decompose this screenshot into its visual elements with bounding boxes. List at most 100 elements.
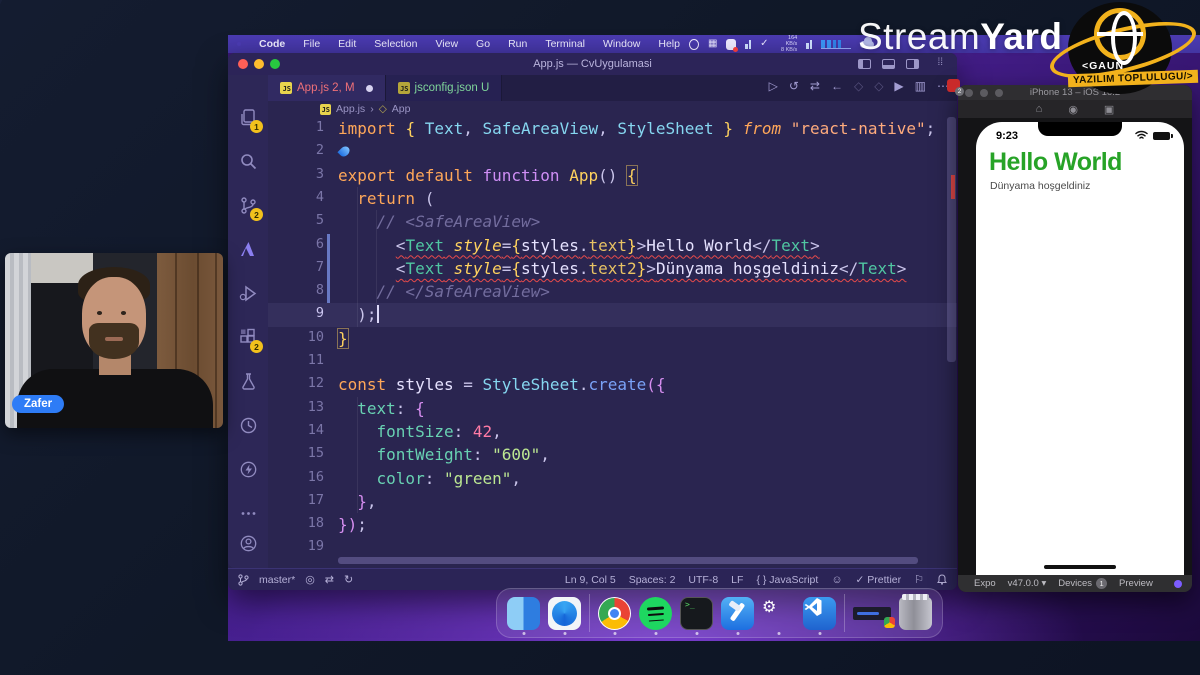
shazam-icon[interactable] <box>688 38 699 50</box>
status-item[interactable]: LF <box>731 574 743 586</box>
prettier-status[interactable]: ✓ Prettier <box>856 574 902 586</box>
expo-version-dropdown[interactable]: v47.0.0 ▾ <box>1008 578 1047 589</box>
code-line-5[interactable]: 5 // <SafeAreaView> <box>268 210 957 233</box>
flag-icon[interactable]: ⚐ <box>914 573 924 586</box>
run-icon[interactable]: ▷ <box>769 79 778 93</box>
menubar-item-window[interactable]: Window <box>603 38 640 50</box>
menubar-item-run[interactable]: Run <box>508 38 527 50</box>
record-icon[interactable]: ◉ <box>1068 103 1078 116</box>
menubar-item-view[interactable]: View <box>435 38 458 50</box>
run-debug-icon[interactable] <box>228 275 268 311</box>
back-icon[interactable]: ← <box>831 79 843 93</box>
preview-label[interactable]: Preview <box>1119 578 1153 589</box>
dock-icon-safari[interactable] <box>548 596 581 630</box>
code-line-12[interactable]: 12 const styles = StyleSheet.create({ <box>268 373 957 396</box>
check-icon[interactable]: ✓ <box>760 39 768 49</box>
code-line-17[interactable]: 17 }, <box>268 490 957 513</box>
code-editor[interactable]: 1 import { Text, SafeAreaView, StyleSheet… <box>268 117 957 561</box>
history-icon[interactable] <box>228 407 268 443</box>
meter-icon[interactable] <box>806 39 813 49</box>
split-editor-icon[interactable]: ▥ <box>915 79 926 93</box>
explorer-icon[interactable]: 1 <box>228 99 268 135</box>
thunder-icon[interactable] <box>228 451 268 487</box>
dock-icon-chrome[interactable] <box>598 596 631 630</box>
testing-icon[interactable] <box>228 363 268 399</box>
status-item[interactable]: UTF-8 <box>688 574 718 586</box>
dock-icon-system-settings[interactable]: ⚙ <box>762 597 795 630</box>
menubar-item-help[interactable]: Help <box>658 38 680 50</box>
compare-icon[interactable]: ⇄ <box>810 79 820 93</box>
network-graph-icon[interactable] <box>821 39 852 49</box>
dock-icon-vscode[interactable] <box>803 596 836 630</box>
code-line-7[interactable]: 7 <Text style={styles.text2}>Dünyama hoş… <box>268 256 957 281</box>
code-line-15[interactable]: 15 fontWeight: "600", <box>268 443 957 466</box>
creative-cloud-icon[interactable] <box>726 38 738 52</box>
history-icon[interactable]: ↺ <box>789 79 799 93</box>
menubar-item-selection[interactable]: Selection <box>374 38 417 50</box>
menubar-item-edit[interactable]: Edit <box>338 38 356 50</box>
customize-layout-icon[interactable]: ⁞⁞ <box>937 57 943 68</box>
code-line-2[interactable]: 2 <box>268 140 957 163</box>
tab-jsconfig[interactable]: JS jsconfig.json U <box>385 75 503 101</box>
source-control-icon[interactable]: 2 <box>228 187 268 223</box>
code-line-4[interactable]: 4 return ( <box>268 187 957 210</box>
code-line-9[interactable]: 9 ); <box>268 303 957 327</box>
screenshot-icon[interactable]: ▣ <box>1104 103 1114 116</box>
dock-icon-terminal[interactable] <box>680 596 713 630</box>
code-line-11[interactable]: 11 <box>268 350 957 373</box>
sync-icon[interactable]: ⇄ <box>325 573 334 586</box>
toggle-secondary-sidebar-icon[interactable] <box>906 59 919 69</box>
code-line-13[interactable]: 13 text: { <box>268 397 957 420</box>
code-line-14[interactable]: 14 fontSize: 42, <box>268 420 957 443</box>
status-item[interactable]: { } JavaScript <box>756 574 818 586</box>
breadcrumb-file[interactable]: App.js <box>336 103 365 115</box>
status-item[interactable]: Spaces: 2 <box>629 574 676 586</box>
menubar-item-terminal[interactable]: Terminal <box>545 38 585 50</box>
breadcrumb-symbol[interactable]: App <box>392 103 411 115</box>
code-line-1[interactable]: 1 import { Text, SafeAreaView, StyleSheet… <box>268 117 957 140</box>
devices-control[interactable]: Devices 1 <box>1058 578 1108 589</box>
account-icon[interactable] <box>228 525 268 561</box>
tab-appjs[interactable]: JS App.js 2, M <box>268 75 386 101</box>
azure-icon[interactable] <box>228 231 268 267</box>
horizontal-scrollbar[interactable] <box>338 557 918 564</box>
menubar-app-name[interactable]: Code <box>259 38 285 50</box>
vertical-scrollbar[interactable] <box>947 117 956 362</box>
extensions-icon[interactable]: 2 <box>228 319 268 355</box>
dock-icon-trash[interactable] <box>899 593 932 630</box>
toggle-sidebar-icon[interactable] <box>858 59 871 69</box>
search-icon[interactable] <box>228 143 268 179</box>
menubar-item-go[interactable]: Go <box>476 38 490 50</box>
home-icon[interactable]: ⌂ <box>1036 103 1043 115</box>
nav-forward-icon[interactable]: ◇ <box>874 79 883 93</box>
vscode-titlebar[interactable]: App.js — CvUygulamasi ⁞⁞ <box>228 53 957 75</box>
code-line-10[interactable]: 10} <box>268 327 957 350</box>
grid-icon[interactable]: ▦ <box>708 39 717 49</box>
code-line-3[interactable]: 3 export default function App() { <box>268 164 957 187</box>
dock-icon-spotify[interactable] <box>639 596 672 630</box>
code-line-18[interactable]: 18}); <box>268 513 957 536</box>
dock-minimized-window[interactable] <box>853 606 895 628</box>
code-line-16[interactable]: 16 color: "green", <box>268 467 957 490</box>
modified-dot-icon[interactable] <box>365 84 373 92</box>
code-line-6[interactable]: 6 <Text style={styles.text}>Hello World<… <box>268 233 957 257</box>
toggle-panel-icon[interactable] <box>882 59 895 69</box>
chevron-right-icon: › <box>370 103 374 115</box>
run-circle-icon[interactable]: ▶ <box>894 79 903 93</box>
dock-icon-finder[interactable] <box>507 596 540 630</box>
smiley-icon[interactable]: ☺ <box>831 574 842 586</box>
network-speed[interactable]: 164 KB/s 8 KB/s <box>778 35 797 53</box>
menubar-item-file[interactable]: File <box>303 38 320 50</box>
expo-label: Expo <box>974 578 996 589</box>
git-branch-label[interactable]: master* <box>259 574 295 586</box>
status-item[interactable]: Ln 9, Col 5 <box>565 574 616 586</box>
cpu-meter-icon[interactable] <box>745 39 752 49</box>
macos-dock: ⚙ <box>496 588 943 638</box>
code-line-8[interactable]: 8 // </SafeAreaView> <box>268 280 957 304</box>
nav-back-icon[interactable]: ◇ <box>854 79 863 93</box>
dock-icon-xcode[interactable] <box>721 596 754 630</box>
error-lens-icon[interactable]: ◎ <box>305 573 315 586</box>
refresh-icon[interactable]: ↻ <box>344 573 353 586</box>
bell-icon[interactable] <box>937 574 947 585</box>
breadcrumb[interactable]: JS App.js › ◇ App <box>268 101 957 117</box>
